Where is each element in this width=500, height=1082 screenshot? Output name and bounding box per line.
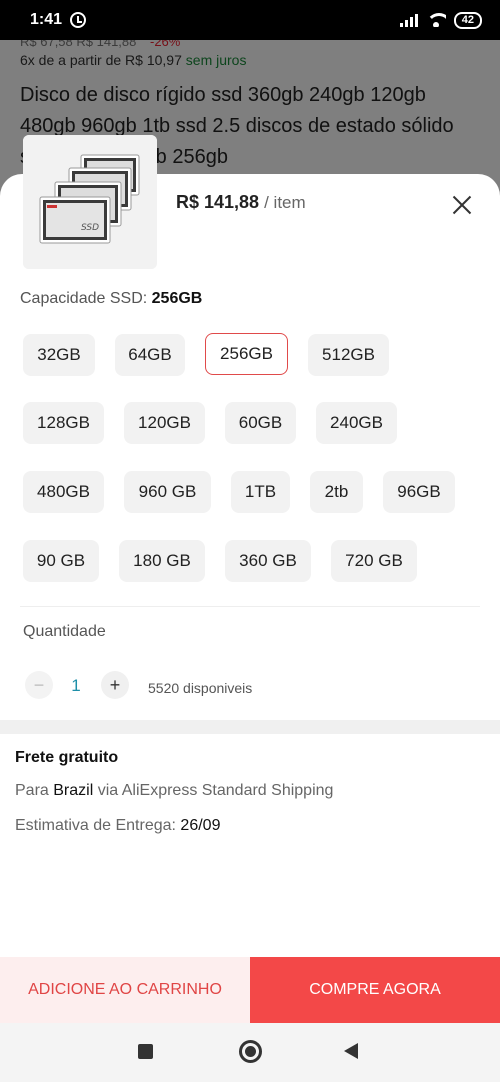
delivery-estimate-date: 26/09 — [180, 817, 221, 834]
shipping-destination: Brazil — [53, 782, 94, 799]
option-96gb[interactable]: 96GB — [383, 471, 455, 513]
battery-icon: 42 — [453, 11, 482, 29]
option-360gb[interactable]: 360 GB — [225, 540, 311, 582]
option-60gb[interactable]: 60GB — [225, 402, 296, 444]
quantity-plus-button[interactable]: + — [101, 671, 129, 699]
quantity-minus-button[interactable]: − — [25, 671, 53, 699]
status-time: 1:41 — [30, 11, 63, 28]
price-line: R$ 141,88 / item — [176, 192, 306, 213]
option-64gb[interactable]: 64GB — [115, 334, 185, 376]
option-1tb[interactable]: 1TB — [231, 471, 290, 513]
option-480gb[interactable]: 480GB — [23, 471, 104, 513]
product-thumbnail: SSD — [23, 135, 157, 269]
ssd-product-image: SSD — [23, 135, 157, 269]
option-960gb[interactable]: 960 GB — [124, 471, 211, 513]
svg-text:SSD: SSD — [81, 223, 99, 233]
option-512gb[interactable]: 512GB — [308, 334, 389, 376]
shipping-prefix: Para — [15, 782, 49, 799]
option-90gb[interactable]: 90 GB — [23, 540, 99, 582]
price-unit: / item — [264, 193, 306, 212]
quantity-value[interactable]: 1 — [64, 676, 88, 696]
close-icon[interactable] — [447, 190, 477, 220]
shipping-title: Frete gratuito — [15, 749, 119, 766]
home-circle-icon[interactable] — [239, 1040, 262, 1063]
option-180gb[interactable]: 180 GB — [119, 540, 205, 582]
add-to-cart-button[interactable]: ADICIONE AO CARRINHO — [0, 957, 250, 1023]
capacity-label-text: Capacidade SSD: — [20, 290, 148, 307]
shipping-route: Para Brazil via AliExpress Standard Ship… — [15, 782, 333, 800]
option-32gb[interactable]: 32GB — [23, 334, 95, 376]
alarm-icon — [70, 12, 87, 28]
buy-now-button[interactable]: COMPRE AGORA — [250, 957, 500, 1023]
option-120gb[interactable]: 120GB — [124, 402, 205, 444]
option-2tb[interactable]: 2tb — [310, 471, 363, 513]
section-separator — [0, 720, 500, 734]
recents-square-icon[interactable] — [138, 1044, 153, 1059]
back-triangle-icon[interactable] — [344, 1043, 358, 1059]
available-stock: 5520 disponiveis — [148, 680, 253, 696]
wifi-icon — [425, 13, 446, 27]
option-128gb[interactable]: 128GB — [23, 402, 104, 444]
option-256gb[interactable]: 256GB — [205, 333, 288, 375]
quantity-label: Quantidade — [23, 623, 106, 640]
capacity-label: Capacidade SSD: 256GB — [20, 290, 202, 308]
delivery-estimate-label: Estimativa de Entrega: — [15, 817, 176, 834]
signal-icon — [399, 13, 418, 27]
status-icons: 42 — [399, 11, 482, 29]
delivery-estimate: Estimativa de Entrega: 26/09 — [15, 817, 220, 835]
section-divider — [20, 606, 480, 607]
option-720gb[interactable]: 720 GB — [331, 540, 417, 582]
option-240gb[interactable]: 240GB — [316, 402, 397, 444]
navigation-bar — [0, 1023, 500, 1082]
shipping-method: via AliExpress Standard Shipping — [97, 782, 334, 799]
unit-price: R$ 141,88 — [176, 192, 260, 212]
capacity-selected-value: 256GB — [151, 290, 203, 307]
status-bar: 1:41 42 — [0, 0, 500, 40]
